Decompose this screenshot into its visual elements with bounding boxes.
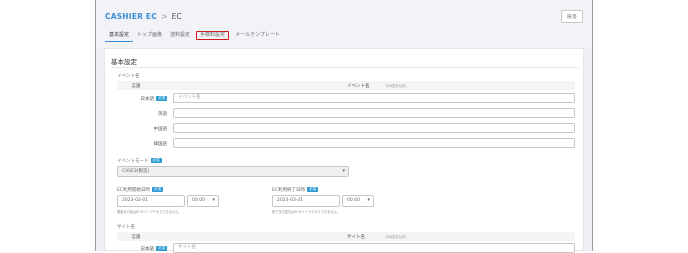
event-name-zh-input[interactable]: [173, 123, 575, 133]
header-site-name: サイト名: [347, 235, 365, 240]
required-badge: 必須: [150, 158, 162, 163]
row-lang-ko: 韓国語: [153, 142, 168, 147]
breadcrumb-current: EC: [171, 12, 182, 21]
divider: [111, 67, 579, 68]
page-header: CASHIER EC > EC 戻る 基本設定 トップ画像 送料設定 手数料設定…: [96, 0, 592, 48]
end-datetime-label: EC利用終了日時 必須: [272, 187, 318, 193]
row-lang-ja: 日本語 必須: [140, 246, 167, 252]
header-language: 言語: [131, 84, 141, 89]
tab-bar: 基本設定 トップ画像 送料設定 手数料設定 メールテンプレート: [105, 31, 284, 44]
site-name-ja-input[interactable]: サイト名: [173, 243, 575, 253]
end-date-input[interactable]: 2023-03-31: [272, 195, 340, 207]
row-lang-ja: 日本語 必須: [140, 96, 167, 102]
settings-card: 基本設定 イベント名 言語 イベント名 128文字以内 日本語 必須 イベント名 …: [104, 48, 584, 253]
start-time-select[interactable]: 00:00 ▾: [187, 195, 219, 207]
event-name-en-input[interactable]: [173, 108, 575, 118]
breadcrumb-root[interactable]: CASHIER EC: [105, 12, 157, 21]
start-hint: 開始日の前はECサイトアクセスできません。: [117, 210, 182, 214]
tab-mail-template[interactable]: メールテンプレート: [231, 31, 284, 42]
tab-shipping[interactable]: 送料設定: [166, 31, 194, 42]
tab-fee-settings[interactable]: 手数料設定: [196, 31, 230, 40]
event-name-label: イベント名: [117, 74, 140, 79]
event-name-ja-input[interactable]: イベント名: [173, 93, 575, 103]
chevron-down-icon: ▾: [342, 168, 345, 174]
back-button[interactable]: 戻る: [561, 10, 583, 23]
header-char-limit: 128文字以内: [385, 83, 406, 88]
header-char-limit: 128文字以内: [385, 234, 406, 239]
event-mode-select[interactable]: CASE3(製造) ▾: [117, 166, 349, 177]
row-lang-zh: 中国語: [153, 127, 168, 132]
event-name-table-header: 言語 イベント名 128文字以内: [117, 81, 575, 90]
tab-basic-settings[interactable]: 基本設定: [105, 31, 134, 42]
event-name-ko-input[interactable]: [173, 138, 575, 148]
tab-top-image[interactable]: トップ画像: [133, 31, 166, 42]
site-name-table-header: 言語 サイト名 128文字以内: [117, 232, 575, 241]
end-hint: 終了日の翌日はECサイトアクセスできません。: [272, 210, 340, 214]
chevron-down-icon: ▾: [212, 197, 215, 203]
row-lang-en: 英語: [158, 112, 167, 117]
chevron-down-icon: ▾: [367, 197, 370, 203]
header-language: 言語: [131, 235, 141, 240]
start-date-input[interactable]: 2023-02-01: [117, 195, 185, 207]
breadcrumb-separator: >: [160, 12, 168, 21]
event-mode-label: イベントモード 必須: [117, 158, 162, 164]
required-badge: 必須: [156, 246, 167, 251]
required-badge: 必須: [307, 187, 318, 192]
section-title: 基本設定: [111, 58, 137, 66]
start-datetime-label: EC利用開始日時 必須: [117, 187, 163, 193]
end-time-select[interactable]: 00:00 ▾: [342, 195, 374, 207]
required-badge: 必須: [156, 96, 167, 101]
site-name-label: サイト名: [117, 225, 135, 230]
header-event-name: イベント名: [347, 84, 370, 89]
breadcrumb: CASHIER EC > EC: [105, 12, 182, 21]
app-frame: CASHIER EC > EC 戻る 基本設定 トップ画像 送料設定 手数料設定…: [95, 0, 593, 253]
required-badge: 必須: [152, 187, 163, 192]
